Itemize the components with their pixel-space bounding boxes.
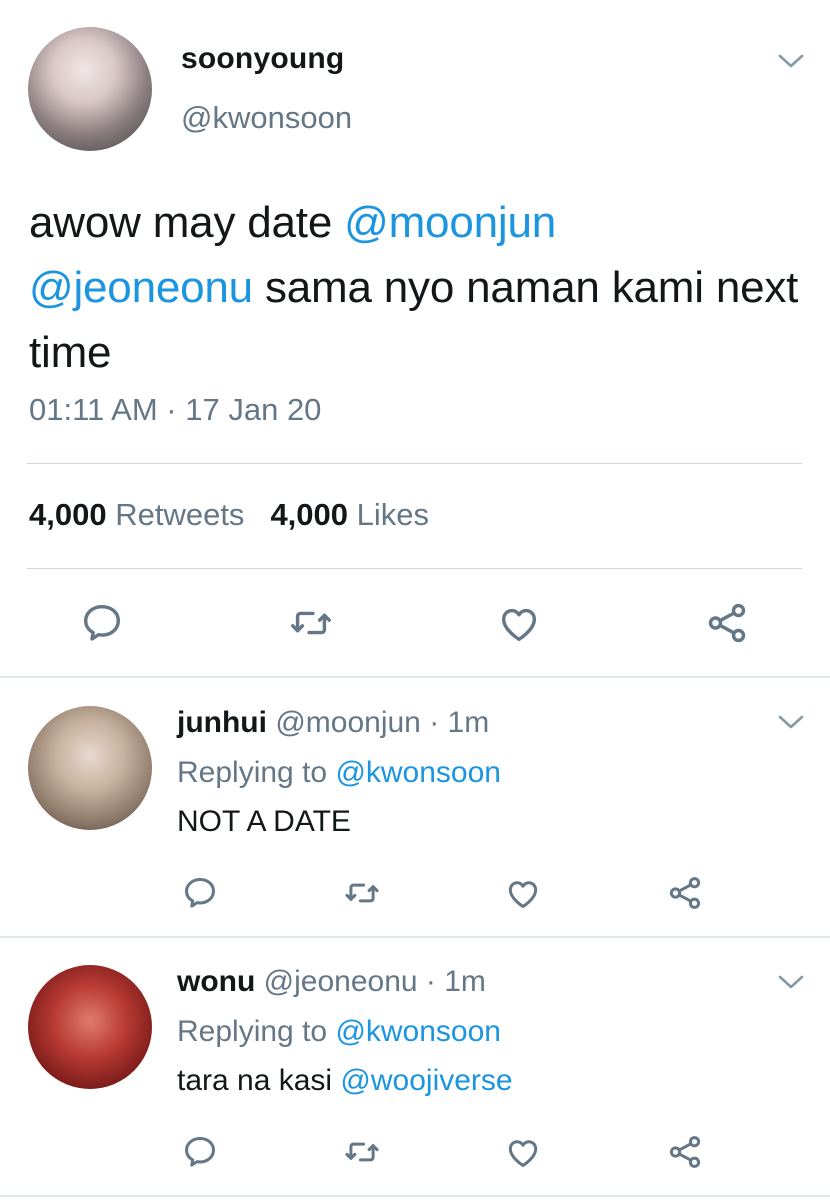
reply-author-name[interactable]: junhui [177, 706, 267, 739]
reply-avatar[interactable] [28, 965, 152, 1089]
reply-time: · 1m [420, 706, 490, 739]
reply-text: NOT A DATE [177, 805, 351, 839]
share-icon[interactable] [666, 1133, 704, 1171]
likes-stat[interactable]: 4,000 Likes [270, 497, 429, 532]
like-icon[interactable] [504, 1133, 542, 1171]
retweets-stat[interactable]: 4,000 Retweets [29, 497, 244, 532]
retweets-label: Retweets [115, 497, 245, 532]
retweet-icon[interactable] [288, 600, 334, 646]
retweet-icon[interactable] [343, 1133, 381, 1171]
replying-to-handle[interactable]: @kwonsoon [335, 756, 501, 789]
share-icon[interactable] [666, 874, 704, 912]
tweet-divider [0, 1195, 830, 1197]
replying-to: Replying to @kwonsoon [177, 1015, 501, 1049]
author-avatar[interactable] [28, 27, 152, 151]
tweet-date: 17 Jan 20 [185, 392, 322, 427]
divider [27, 463, 802, 464]
reply-icon[interactable] [181, 1133, 219, 1171]
reply-header: junhui @moonjun · 1m [177, 706, 489, 740]
reply-text: tara na kasi @woojiverse [177, 1064, 513, 1098]
replying-to-label: Replying to [177, 756, 328, 789]
replying-to-label: Replying to [177, 1015, 328, 1048]
author-name[interactable]: soonyoung [181, 42, 344, 76]
mention-link[interactable]: @moonjun [344, 198, 556, 247]
reply-header: wonu @jeoneonu · 1m [177, 965, 486, 999]
like-icon[interactable] [504, 874, 542, 912]
tweet-time: 01:11 AM [29, 392, 158, 427]
retweets-count: 4,000 [29, 497, 107, 532]
reply-icon[interactable] [79, 600, 125, 646]
reply-author-name[interactable]: wonu [177, 965, 255, 998]
reply-avatar[interactable] [28, 706, 152, 830]
chevron-down-icon[interactable] [778, 53, 804, 69]
reply-author-handle[interactable]: @jeoneonu [264, 965, 418, 998]
tweet-divider [0, 936, 830, 938]
reply-author-handle[interactable]: @moonjun [275, 706, 421, 739]
mention-link[interactable]: @jeoneonu [29, 263, 253, 312]
reply-time: · 1m [417, 965, 486, 998]
chevron-down-icon[interactable] [778, 714, 804, 730]
reply-text-body: tara na kasi [177, 1064, 341, 1097]
tweet-stats: 4,000 Retweets 4,000 Likes [29, 497, 429, 533]
tweet-text: awow may date @moonjun @jeoneonu sama nyo… [29, 190, 819, 385]
reply-text-body: NOT A DATE [177, 805, 351, 838]
likes-label: Likes [356, 497, 430, 532]
meta-separator: · [157, 392, 186, 427]
tweet-text-part: awow may date [29, 198, 345, 247]
chevron-down-icon[interactable] [778, 974, 804, 990]
replying-to-handle[interactable]: @kwonsoon [335, 1015, 501, 1048]
share-icon[interactable] [704, 600, 750, 646]
divider [27, 568, 802, 569]
mention-link[interactable]: @woojiverse [340, 1064, 512, 1097]
tweet-timestamp[interactable]: 01:11 AM · 17 Jan 20 [29, 392, 321, 428]
replying-to: Replying to @kwonsoon [177, 756, 501, 790]
like-icon[interactable] [496, 600, 542, 646]
author-handle[interactable]: @kwonsoon [181, 100, 352, 136]
tweet-divider [0, 676, 830, 678]
retweet-icon[interactable] [343, 874, 381, 912]
likes-count: 4,000 [270, 497, 349, 532]
reply-icon[interactable] [181, 874, 219, 912]
